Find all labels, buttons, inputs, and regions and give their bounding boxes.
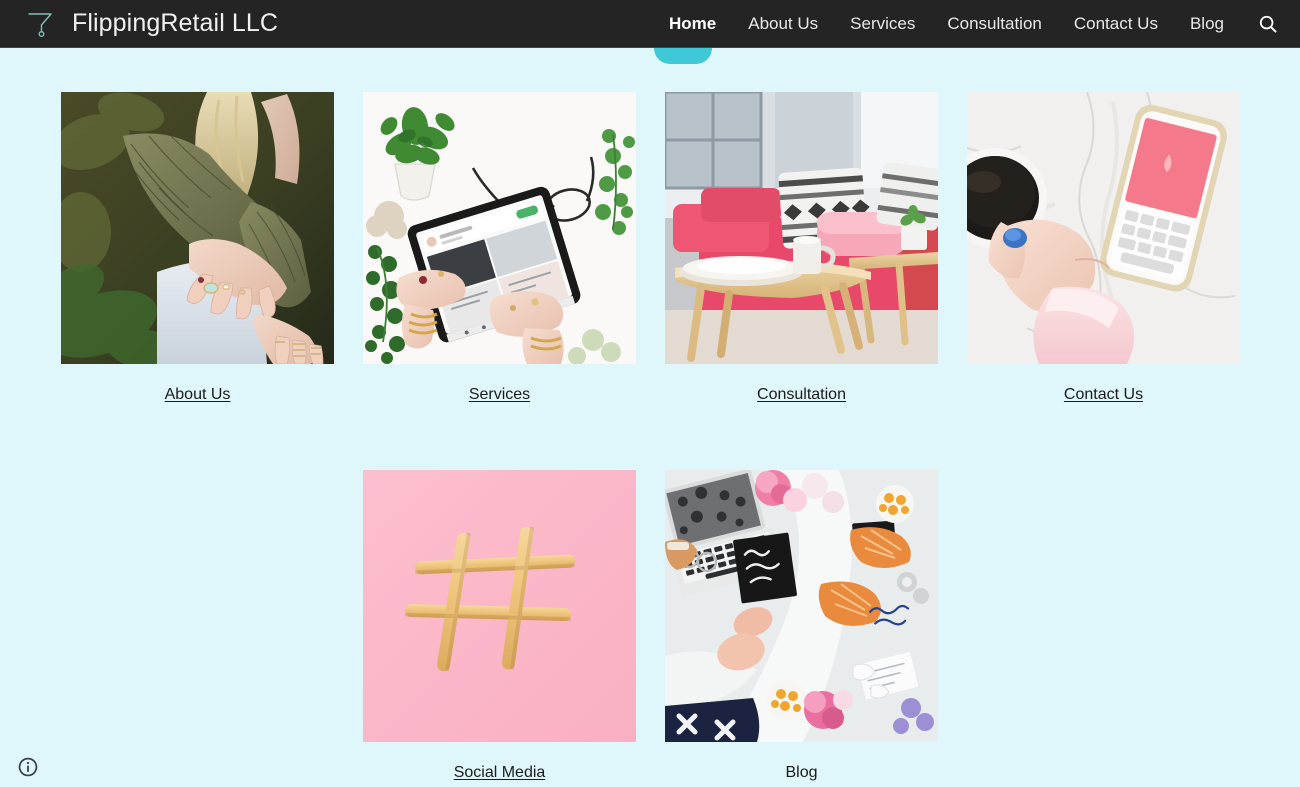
nav-item-contact-us[interactable]: Contact Us	[1058, 8, 1174, 40]
tile-image-desk-flatlay	[665, 470, 938, 742]
tile-label-contact-us[interactable]: Contact Us	[967, 386, 1240, 404]
search-icon[interactable]	[1248, 4, 1288, 44]
tile-label-consultation[interactable]: Consultation	[665, 386, 938, 404]
nav-item-about-us[interactable]: About Us	[732, 8, 834, 40]
nav-item-services[interactable]: Services	[834, 8, 931, 40]
tile-image-hashtag-breadsticks	[363, 470, 636, 742]
info-circle-icon[interactable]	[16, 755, 40, 779]
tile-about-us[interactable]: About Us	[61, 92, 334, 404]
tile-social-media[interactable]: Social Media	[363, 470, 636, 782]
tile-blog[interactable]: Blog	[665, 470, 938, 782]
brand-home-link[interactable]: FlippingRetail LLC	[0, 9, 278, 39]
accent-dome-decoration	[654, 48, 712, 64]
funnel-glass-icon	[22, 9, 58, 39]
tile-image-tablet-flatlay	[363, 92, 636, 364]
tile-label-social-media[interactable]: Social Media	[363, 764, 636, 782]
tile-contact-us[interactable]: Contact Us	[967, 92, 1240, 404]
tile-image-woman-with-rings	[61, 92, 334, 364]
top-navigation-bar: FlippingRetail LLC Home About Us Service…	[0, 0, 1300, 48]
nav-item-home[interactable]: Home	[653, 8, 732, 40]
nav-item-blog[interactable]: Blog	[1174, 8, 1240, 40]
primary-nav: Home About Us Services Consultation Cont…	[653, 4, 1300, 44]
tile-label-about-us[interactable]: About Us	[61, 386, 334, 404]
tile-label-services[interactable]: Services	[363, 386, 636, 404]
brand-title: FlippingRetail LLC	[72, 9, 279, 37]
tile-grid: About Us Services Consultation Contact U…	[0, 48, 1300, 787]
nav-item-consultation[interactable]: Consultation	[931, 8, 1058, 40]
tile-consultation[interactable]: Consultation	[665, 92, 938, 404]
tile-image-pink-sofa-table	[665, 92, 938, 364]
tile-label-blog[interactable]: Blog	[665, 764, 938, 782]
tile-image-coffee-phone-marble	[967, 92, 1240, 364]
tile-services[interactable]: Services	[363, 92, 636, 404]
